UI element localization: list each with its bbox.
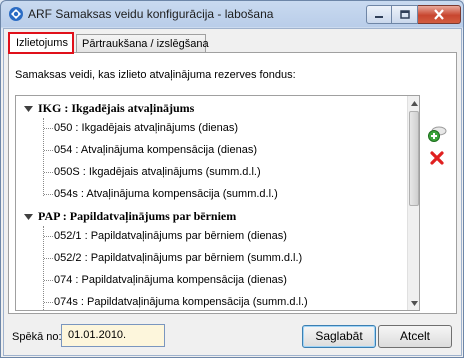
tree-item[interactable]: 050 : Ikgadējais atvaļinājums (dienas) xyxy=(54,118,238,138)
maximize-icon xyxy=(399,10,410,19)
tree-group-label: IKG : Ikgadējais atvaļinājums xyxy=(38,100,195,115)
app-logo-icon xyxy=(8,6,24,22)
tree-connector xyxy=(44,302,53,303)
payment-type-tree[interactable]: IKG : Ikgadējais atvaļinājums 050 : Ikga… xyxy=(15,95,420,311)
tree-scrollbar[interactable] xyxy=(407,96,419,310)
tree-connector xyxy=(44,128,53,129)
tab-izlietojums[interactable]: Izlietojums xyxy=(8,32,74,54)
maximize-button[interactable] xyxy=(392,5,418,24)
tab-partraauksana[interactable]: Pārtraukšana / izslēgšana xyxy=(76,34,209,53)
dialog-window: ARF Samaksas veidu konfigurācija - laboš… xyxy=(0,0,464,358)
title-bar[interactable]: ARF Samaksas veidu konfigurācija - laboš… xyxy=(1,1,463,28)
tree-connector xyxy=(43,118,44,196)
delete-red-x-icon xyxy=(430,151,444,165)
add-item-button[interactable] xyxy=(427,125,447,143)
tree-item[interactable]: 074s : Papildatvaļinājuma kompensācija (… xyxy=(54,292,308,310)
tree-item[interactable]: 074 : Papildatvaļinājuma kompensācija (d… xyxy=(54,270,287,290)
tree-item[interactable]: 054s : Atvaļinājuma kompensācija (summ.d… xyxy=(54,184,278,204)
tree-group-ikg[interactable]: IKG : Ikgadējais atvaļinājums xyxy=(16,98,408,118)
dialog-body: Pārtraukšana / izslēgšana Izlietojums Sa… xyxy=(3,28,462,356)
add-green-plus-icon xyxy=(428,126,447,142)
tree-item[interactable]: 054 : Atvaļinājuma kompensācija (dienas) xyxy=(54,140,257,160)
save-button[interactable]: Saglabāt xyxy=(302,325,376,348)
panel-description: Samaksas veidi, kas izlieto atvaļinājuma… xyxy=(15,69,296,81)
scroll-down-button[interactable] xyxy=(408,296,419,310)
tree-connector xyxy=(43,226,44,310)
delete-item-button[interactable] xyxy=(430,151,444,165)
scroll-up-arrow-icon xyxy=(410,100,418,106)
tree-item[interactable]: 052/2 : Papildatvaļinājums par bērniem (… xyxy=(54,248,302,268)
tree-connector xyxy=(44,280,53,281)
scroll-up-button[interactable] xyxy=(408,96,419,110)
window-title: ARF Samaksas veidu konfigurācija - laboš… xyxy=(28,7,274,21)
tree-connector xyxy=(44,150,53,151)
tree-connector xyxy=(44,236,53,237)
tree-group-pap[interactable]: PAP : Papildatvaļinājums par bērniem xyxy=(16,206,408,226)
valid-from-label: Spēkā no: xyxy=(12,331,62,343)
tree-connector xyxy=(44,194,53,195)
tree-item[interactable]: 052/1 : Papildatvaļinājums par bērniem (… xyxy=(54,226,287,246)
collapse-arrow-icon[interactable] xyxy=(20,100,36,116)
dialog-footer: Spēkā no: 01.01.2010. Saglabāt Atcelt xyxy=(4,320,461,355)
close-button[interactable] xyxy=(418,5,461,24)
cancel-button[interactable]: Atcelt xyxy=(378,325,452,348)
tree-connector xyxy=(44,258,53,259)
valid-from-date-field[interactable]: 01.01.2010. xyxy=(61,324,165,347)
scroll-down-arrow-icon xyxy=(410,300,418,306)
minimize-icon xyxy=(375,15,383,18)
minimize-button[interactable] xyxy=(366,5,392,24)
tree-group-label: PAP : Papildatvaļinājums par bērniem xyxy=(38,208,237,223)
tree-content: IKG : Ikgadējais atvaļinājums 050 : Ikga… xyxy=(16,96,408,310)
tree-item[interactable]: 050S : Ikgadējais atvaļinājums (summ.d.l… xyxy=(54,162,261,182)
close-icon xyxy=(434,9,444,20)
tab-panel-izlietojums: Samaksas veidi, kas izlieto atvaļinājuma… xyxy=(8,52,457,314)
collapse-arrow-icon[interactable] xyxy=(20,208,36,224)
scroll-thumb[interactable] xyxy=(409,111,419,206)
tree-connector xyxy=(44,172,53,173)
